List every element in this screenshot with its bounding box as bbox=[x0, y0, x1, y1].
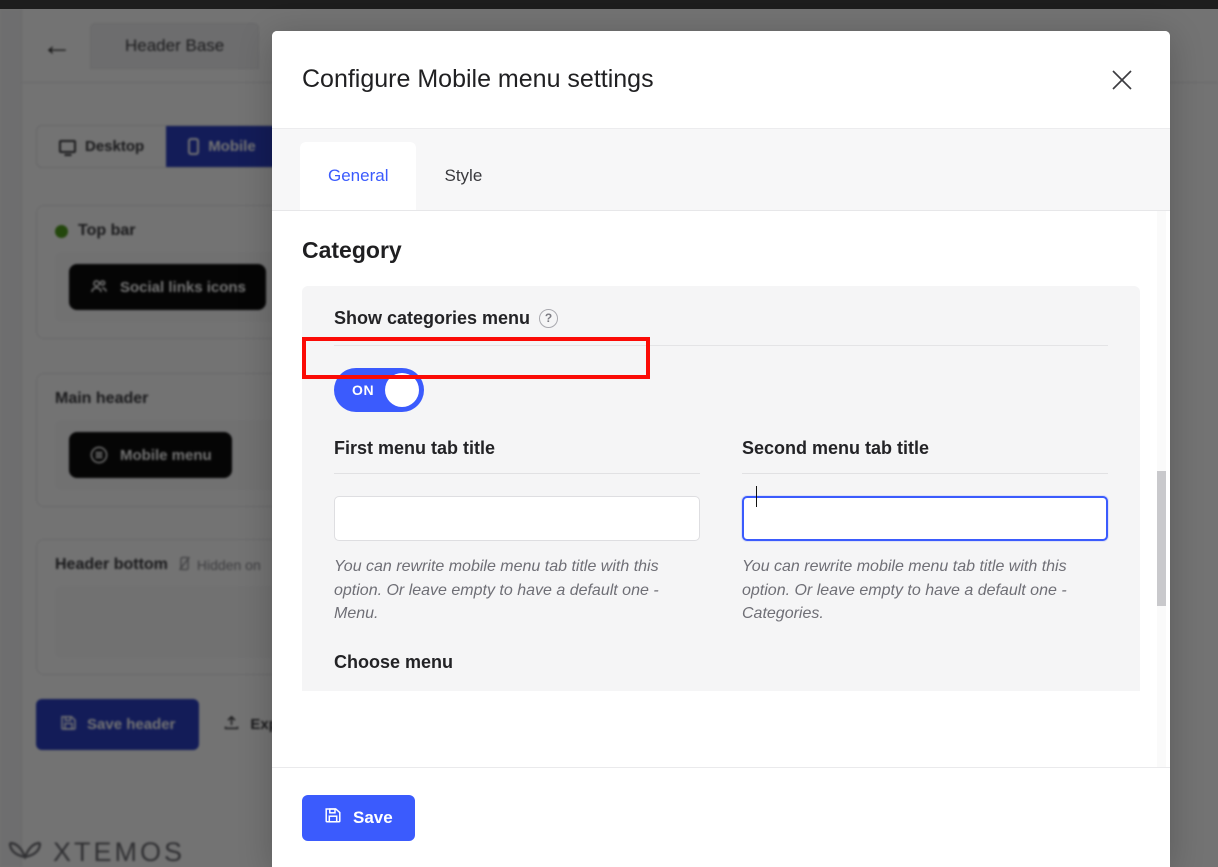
toggle-state-label: ON bbox=[352, 382, 375, 398]
monitor-icon bbox=[59, 140, 76, 153]
element-chip-social-links[interactable]: Social links icons bbox=[69, 264, 266, 310]
upload-icon bbox=[223, 714, 240, 735]
first-menu-tab-title-hint: You can rewrite mobile menu tab title wi… bbox=[334, 558, 659, 623]
help-icon[interactable]: ? bbox=[539, 309, 559, 328]
modal-footer: Save bbox=[272, 767, 1170, 867]
hidden-note-label: Hidden on bbox=[196, 557, 261, 573]
modal-scrollbar-thumb[interactable] bbox=[1157, 471, 1166, 606]
show-categories-menu-label: Show categories menu bbox=[334, 308, 531, 328]
first-menu-tab-title-input-holder bbox=[334, 474, 700, 541]
field-first-menu-tab-title: First menu tab title You can rewrite mob… bbox=[334, 438, 700, 626]
second-menu-tab-title-hint: You can rewrite mobile menu tab title wi… bbox=[742, 558, 1067, 623]
text-caret bbox=[756, 486, 757, 507]
field-second-menu-tab-title: Second menu tab title You can rewrite mo… bbox=[742, 438, 1108, 626]
browser-top-strip bbox=[0, 0, 1218, 9]
menu-circle-icon bbox=[89, 445, 109, 465]
show-categories-menu-toggle-wrap: ON bbox=[334, 346, 1108, 438]
section-header-bottom-title: Header bottom bbox=[55, 556, 168, 573]
show-categories-menu-toggle[interactable]: ON bbox=[334, 368, 424, 412]
back-arrow-icon[interactable]: ← bbox=[42, 30, 72, 61]
second-menu-tab-title-input-holder bbox=[742, 474, 1108, 541]
device-toggle[interactable]: Desktop Mobile bbox=[36, 125, 279, 168]
device-tab-desktop[interactable]: Desktop bbox=[37, 126, 166, 167]
first-menu-tab-title-label: First menu tab title bbox=[334, 438, 700, 474]
status-dot-icon bbox=[55, 224, 68, 238]
users-icon bbox=[89, 277, 109, 297]
menu-tab-title-fields: First menu tab title You can rewrite mob… bbox=[334, 438, 1108, 626]
xtemos-logo: XTEMOS bbox=[8, 837, 185, 867]
second-menu-tab-title-input[interactable] bbox=[742, 496, 1108, 541]
hidden-note: Hidden on bbox=[178, 556, 261, 574]
save-header-button[interactable]: Save header bbox=[36, 699, 200, 750]
element-chip-mobile-menu-label: Mobile menu bbox=[120, 446, 212, 464]
choose-menu-label: Choose menu bbox=[334, 652, 454, 673]
screen: ← Header Base Desktop Mobile Top bar Soc… bbox=[0, 0, 1218, 867]
tab-style[interactable]: Style bbox=[416, 142, 510, 210]
section-top-bar-title: Top bar bbox=[78, 222, 136, 239]
modal-body: Category Show categories menu ? ON First… bbox=[272, 211, 1170, 767]
save-button-label: Save bbox=[353, 807, 393, 827]
element-chip-social-links-label: Social links icons bbox=[120, 278, 246, 296]
show-categories-menu-label-row: Show categories menu ? bbox=[334, 286, 1108, 346]
app-action-bar: Save header Exp bbox=[36, 699, 288, 750]
hidden-icon bbox=[178, 556, 191, 574]
device-tab-desktop-label: Desktop bbox=[85, 138, 145, 155]
modal-title: Configure Mobile menu settings bbox=[302, 65, 654, 93]
left-rail bbox=[0, 9, 22, 867]
save-button[interactable]: Save bbox=[302, 794, 415, 841]
section-title-category: Category bbox=[302, 237, 402, 263]
phone-icon bbox=[188, 138, 200, 155]
toggle-knob bbox=[385, 373, 419, 407]
tab-general[interactable]: General bbox=[300, 142, 417, 210]
modal-header: Configure Mobile menu settings bbox=[272, 31, 1170, 129]
header-base-tab[interactable]: Header Base bbox=[90, 22, 260, 69]
first-menu-tab-title-input[interactable] bbox=[334, 496, 700, 541]
xtemos-logo-text: XTEMOS bbox=[53, 837, 186, 867]
floppy-icon bbox=[60, 714, 77, 735]
modal-tabs: General Style bbox=[272, 129, 1170, 211]
floppy-icon bbox=[324, 806, 342, 829]
save-header-button-label: Save header bbox=[87, 716, 176, 733]
settings-modal: Configure Mobile menu settings General S… bbox=[272, 31, 1170, 867]
close-icon[interactable] bbox=[1102, 60, 1142, 100]
settings-panel: Show categories menu ? ON First menu tab… bbox=[302, 286, 1140, 692]
device-tab-mobile-label: Mobile bbox=[208, 138, 256, 155]
butterfly-logo-icon bbox=[8, 838, 42, 867]
section-main-header-title: Main header bbox=[55, 390, 149, 407]
field-show-categories-menu: Show categories menu ? ON First menu tab… bbox=[302, 286, 1140, 691]
element-chip-mobile-menu[interactable]: Mobile menu bbox=[69, 432, 232, 478]
second-menu-tab-title-label: Second menu tab title bbox=[742, 438, 1108, 474]
device-tab-mobile[interactable]: Mobile bbox=[166, 126, 278, 167]
